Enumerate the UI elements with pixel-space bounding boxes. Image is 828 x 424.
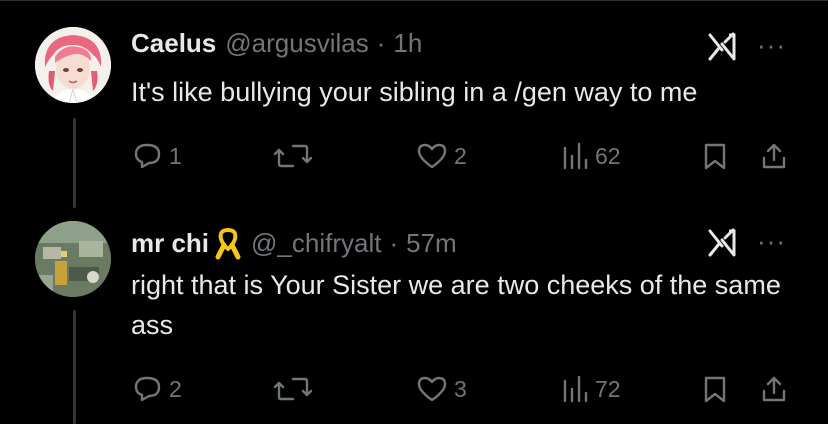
grok-icon[interactable] [707, 31, 739, 63]
more-options-icon[interactable]: ··· [757, 226, 786, 257]
like-count: 3 [454, 375, 467, 402]
heart-icon [417, 143, 447, 169]
handle[interactable]: @_chifryalt [251, 228, 381, 259]
tweet-text: right that is Your Sister we are two che… [131, 270, 781, 340]
views-button[interactable]: 62 [561, 142, 621, 170]
like-button[interactable]: 2 [416, 142, 467, 170]
timestamp[interactable]: 57m [406, 228, 457, 259]
display-name[interactable]: Caelus [131, 28, 216, 59]
share-button[interactable] [760, 375, 788, 403]
retweet-icon [273, 144, 313, 168]
reply-icon [134, 143, 161, 169]
thread-connector [73, 118, 76, 208]
like-button[interactable]: 3 [416, 375, 467, 403]
avatar-illustration [35, 221, 111, 297]
share-button[interactable] [760, 142, 788, 170]
separator-dot: · [376, 28, 386, 58]
share-icon [762, 376, 786, 402]
timestamp[interactable]: 1h [393, 28, 422, 59]
tweet-header: Caelus @argusvilas · 1h [131, 28, 422, 59]
yellow-ribbon-icon [215, 227, 241, 260]
top-divider [0, 0, 828, 1]
avatar-illustration [35, 27, 111, 103]
reply-count: 1 [169, 142, 182, 169]
bookmark-button[interactable] [702, 375, 728, 403]
reply-button[interactable]: 2 [133, 375, 182, 403]
retweet-icon [273, 377, 313, 401]
reply-button[interactable]: 1 [133, 142, 182, 170]
bookmark-icon [704, 143, 726, 170]
avatar[interactable] [35, 221, 111, 297]
tweet-text: It's like bullying your sibling in a /ge… [131, 77, 698, 107]
separator-dot: · [389, 227, 399, 258]
heart-icon [417, 376, 447, 402]
like-count: 2 [454, 142, 467, 169]
display-name[interactable]: mr chi [131, 228, 209, 259]
view-count: 72 [595, 375, 621, 402]
retweet-button[interactable] [273, 375, 319, 403]
analytics-icon [563, 375, 588, 403]
reply-count: 2 [169, 375, 182, 402]
bookmark-button[interactable] [702, 142, 728, 170]
views-button[interactable]: 72 [561, 375, 621, 403]
avatar[interactable] [35, 27, 111, 103]
bookmark-icon [704, 376, 726, 403]
reply-icon [134, 376, 161, 402]
view-count: 62 [595, 142, 621, 169]
more-options-icon[interactable]: ··· [757, 30, 786, 61]
retweet-button[interactable] [273, 142, 319, 170]
share-icon [762, 143, 786, 169]
grok-icon[interactable] [707, 227, 739, 259]
tweet-header: mr chi @_chifryalt · 57m [131, 226, 457, 260]
handle[interactable]: @argusvilas [225, 28, 368, 59]
analytics-icon [563, 142, 588, 170]
thread-connector [73, 310, 76, 424]
